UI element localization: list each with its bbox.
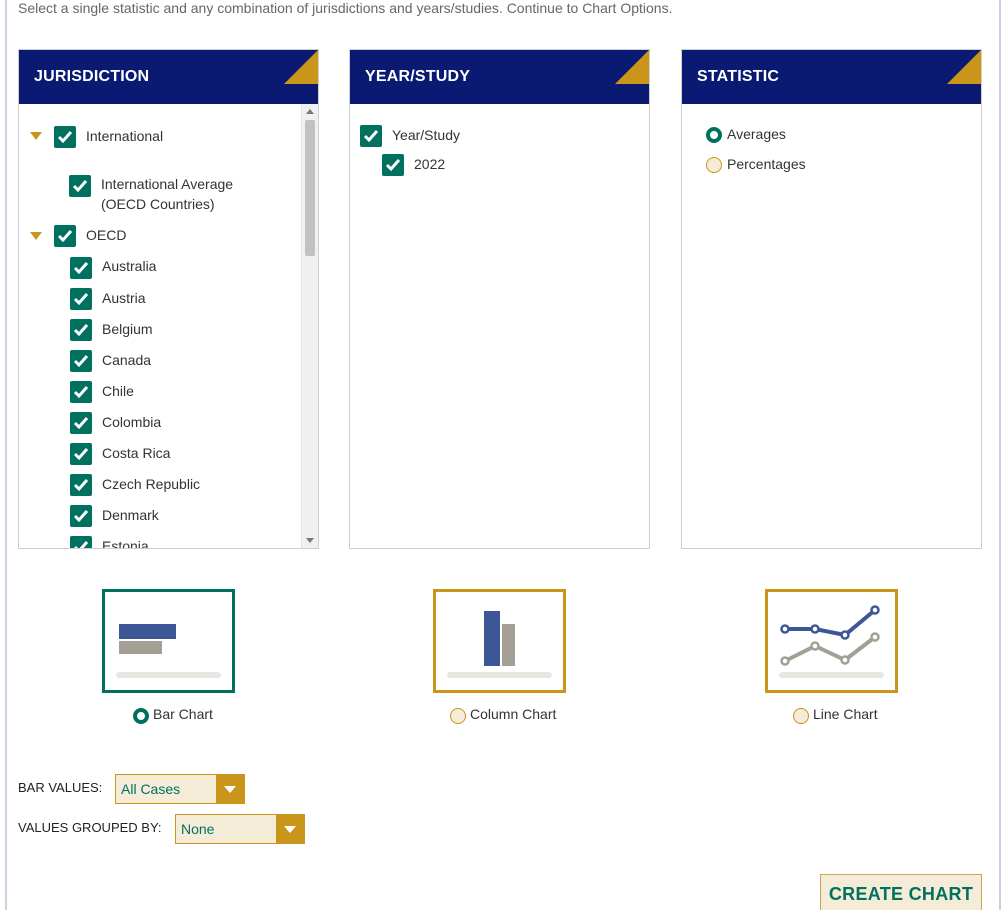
checkbox-country[interactable] [70,350,92,372]
radio-percentages[interactable] [706,157,722,173]
checkbox-country[interactable] [70,288,92,310]
chevron-down-icon[interactable] [216,775,244,803]
corner-fold-icon [947,50,981,84]
grouped-by-label: VALUES GROUPED BY: [18,820,162,835]
jurisdiction-title: JURISDICTION [34,68,150,85]
year-study-title: YEAR/STUDY [365,68,471,85]
grouped-by-select[interactable]: None [175,814,305,844]
statistic-panel: STATISTIC Averages Percentages [681,49,982,549]
checkbox-country[interactable] [70,474,92,496]
label-oecd: OECD [86,227,127,243]
year-study-list: Year/Study 2022 [350,104,649,548]
column-chart-tile[interactable] [433,589,566,693]
checkbox-country[interactable] [70,536,92,548]
expand-caret-icon[interactable] [30,232,42,240]
checkbox-international[interactable] [54,126,76,148]
bar-chart-icon [116,624,221,678]
instructions-text: Select a single statistic and any combin… [18,0,673,16]
checkbox-country[interactable] [70,257,92,279]
country-label: Colombia [102,414,162,430]
statistic-options: Averages Percentages [682,104,981,548]
jurisdiction-scrollbar[interactable] [301,104,318,548]
radio-column-chart[interactable] [450,708,466,724]
label-international-average: International Average [101,176,234,192]
checkbox-year-2022[interactable] [382,154,404,176]
bar-chart-tile[interactable] [102,589,235,693]
country-label: Belgium [102,321,153,337]
radio-averages[interactable] [706,127,722,143]
line-chart-tile[interactable] [765,589,898,693]
checkbox-country[interactable] [70,319,92,341]
label-bar-chart: Bar Chart [153,706,213,722]
label-international-average-sub: (OECD Countries) [101,196,215,212]
jurisdiction-panel: JURISDICTION International International… [18,49,319,549]
country-label: Canada [102,352,152,368]
expand-caret-icon[interactable] [30,132,42,140]
label-column-chart: Column Chart [470,706,557,722]
country-label: Chile [102,383,134,399]
bar-values-select[interactable]: All Cases [115,774,245,804]
country-label: Estonia [102,538,149,548]
chevron-down-icon[interactable] [276,815,304,843]
bar-values-value: All Cases [121,781,181,797]
bar-values-label: BAR VALUES: [18,780,103,795]
country-label: Denmark [102,507,159,523]
year-study-panel: YEAR/STUDY Year/Study 2022 [349,49,650,549]
page-frame-right [999,0,1001,910]
scroll-down-arrow-icon[interactable] [306,538,314,543]
radio-bar-chart[interactable] [133,708,149,724]
scroll-thumb[interactable] [305,120,315,256]
label-year-study: Year/Study [392,127,460,143]
corner-fold-icon [615,50,649,84]
country-label: Costa Rica [102,445,171,461]
label-international: International [86,128,164,144]
country-label: Australia [102,258,157,274]
checkbox-country[interactable] [70,381,92,403]
label-year-2022: 2022 [414,156,446,172]
corner-fold-icon [284,50,318,84]
label-averages: Averages [727,126,786,142]
country-label: Austria [102,290,146,306]
page-frame-left [5,0,7,910]
checkbox-oecd[interactable] [54,225,76,247]
jurisdiction-list: International International Average (OEC… [19,104,318,548]
checkbox-international-average[interactable] [69,175,91,197]
grouped-by-value: None [181,821,215,837]
year-study-header: YEAR/STUDY [350,50,649,104]
label-percentages: Percentages [727,156,806,172]
checkbox-country[interactable] [70,443,92,465]
line-chart-icon [779,605,884,678]
statistic-title: STATISTIC [697,68,780,85]
statistic-header: STATISTIC [682,50,981,104]
column-chart-icon [447,611,552,678]
checkbox-year-study[interactable] [360,125,382,147]
radio-line-chart[interactable] [793,708,809,724]
label-line-chart: Line Chart [813,706,878,722]
create-chart-button[interactable]: CREATE CHART [820,874,982,910]
scroll-up-arrow-icon[interactable] [306,109,314,114]
checkbox-country[interactable] [70,505,92,527]
checkbox-country[interactable] [70,412,92,434]
country-label: Czech Republic [102,476,201,492]
jurisdiction-header: JURISDICTION [19,50,318,104]
